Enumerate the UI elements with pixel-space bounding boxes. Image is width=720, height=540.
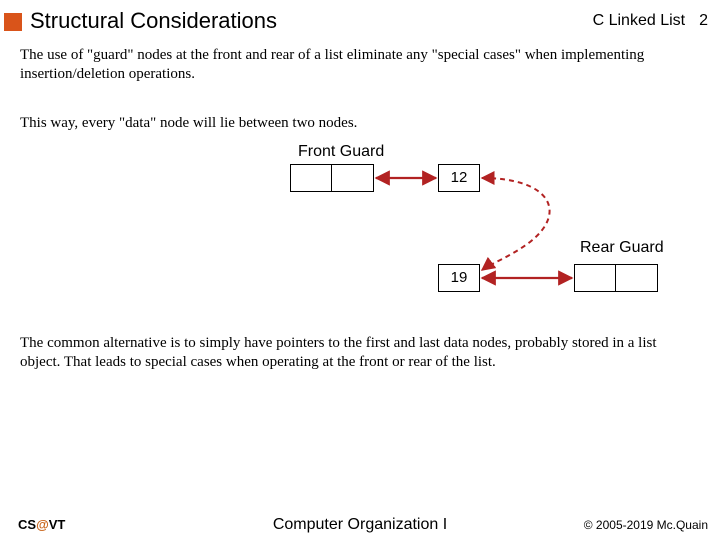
footer-left-post: VT bbox=[49, 517, 66, 532]
footer-left-pre: CS bbox=[18, 517, 36, 532]
rear-guard-label: Rear Guard bbox=[580, 238, 664, 258]
footer-left: CS@VT bbox=[18, 517, 65, 532]
slide-topic: C Linked List bbox=[593, 12, 686, 30]
slide-header: Structural Considerations C Linked List … bbox=[0, 0, 720, 40]
paragraph-1: The use of "guard" nodes at the front an… bbox=[20, 46, 700, 84]
paragraph-3: The common alternative is to simply have… bbox=[20, 334, 700, 372]
guard-cell bbox=[332, 165, 373, 191]
data-cell: 12 bbox=[439, 165, 479, 191]
data-node-12: 12 bbox=[438, 164, 480, 192]
guard-cell bbox=[291, 165, 332, 191]
arrow-dashed-12-to-19 bbox=[482, 178, 550, 270]
header-accent-square bbox=[4, 13, 22, 31]
paragraph-2: This way, every "data" node will lie bet… bbox=[20, 114, 700, 133]
data-cell: 19 bbox=[439, 265, 479, 291]
front-guard-label: Front Guard bbox=[298, 142, 384, 162]
guard-cell bbox=[616, 265, 657, 291]
rear-guard-node bbox=[574, 264, 658, 292]
slide-footer: CS@VT Computer Organization I © 2005-201… bbox=[0, 517, 720, 532]
data-node-19: 19 bbox=[438, 264, 480, 292]
guard-cell bbox=[575, 265, 616, 291]
front-guard-node bbox=[290, 164, 374, 192]
footer-at-icon: @ bbox=[36, 517, 49, 532]
slide-body: The use of "guard" nodes at the front an… bbox=[0, 40, 720, 372]
footer-center: Computer Organization I bbox=[273, 516, 447, 534]
slide-title: Structural Considerations bbox=[30, 8, 593, 34]
page-number: 2 bbox=[699, 12, 708, 30]
linked-list-diagram: Front Guard Rear Guard 12 19 bbox=[20, 142, 700, 322]
footer-right: © 2005-2019 Mc.Quain bbox=[584, 518, 708, 532]
